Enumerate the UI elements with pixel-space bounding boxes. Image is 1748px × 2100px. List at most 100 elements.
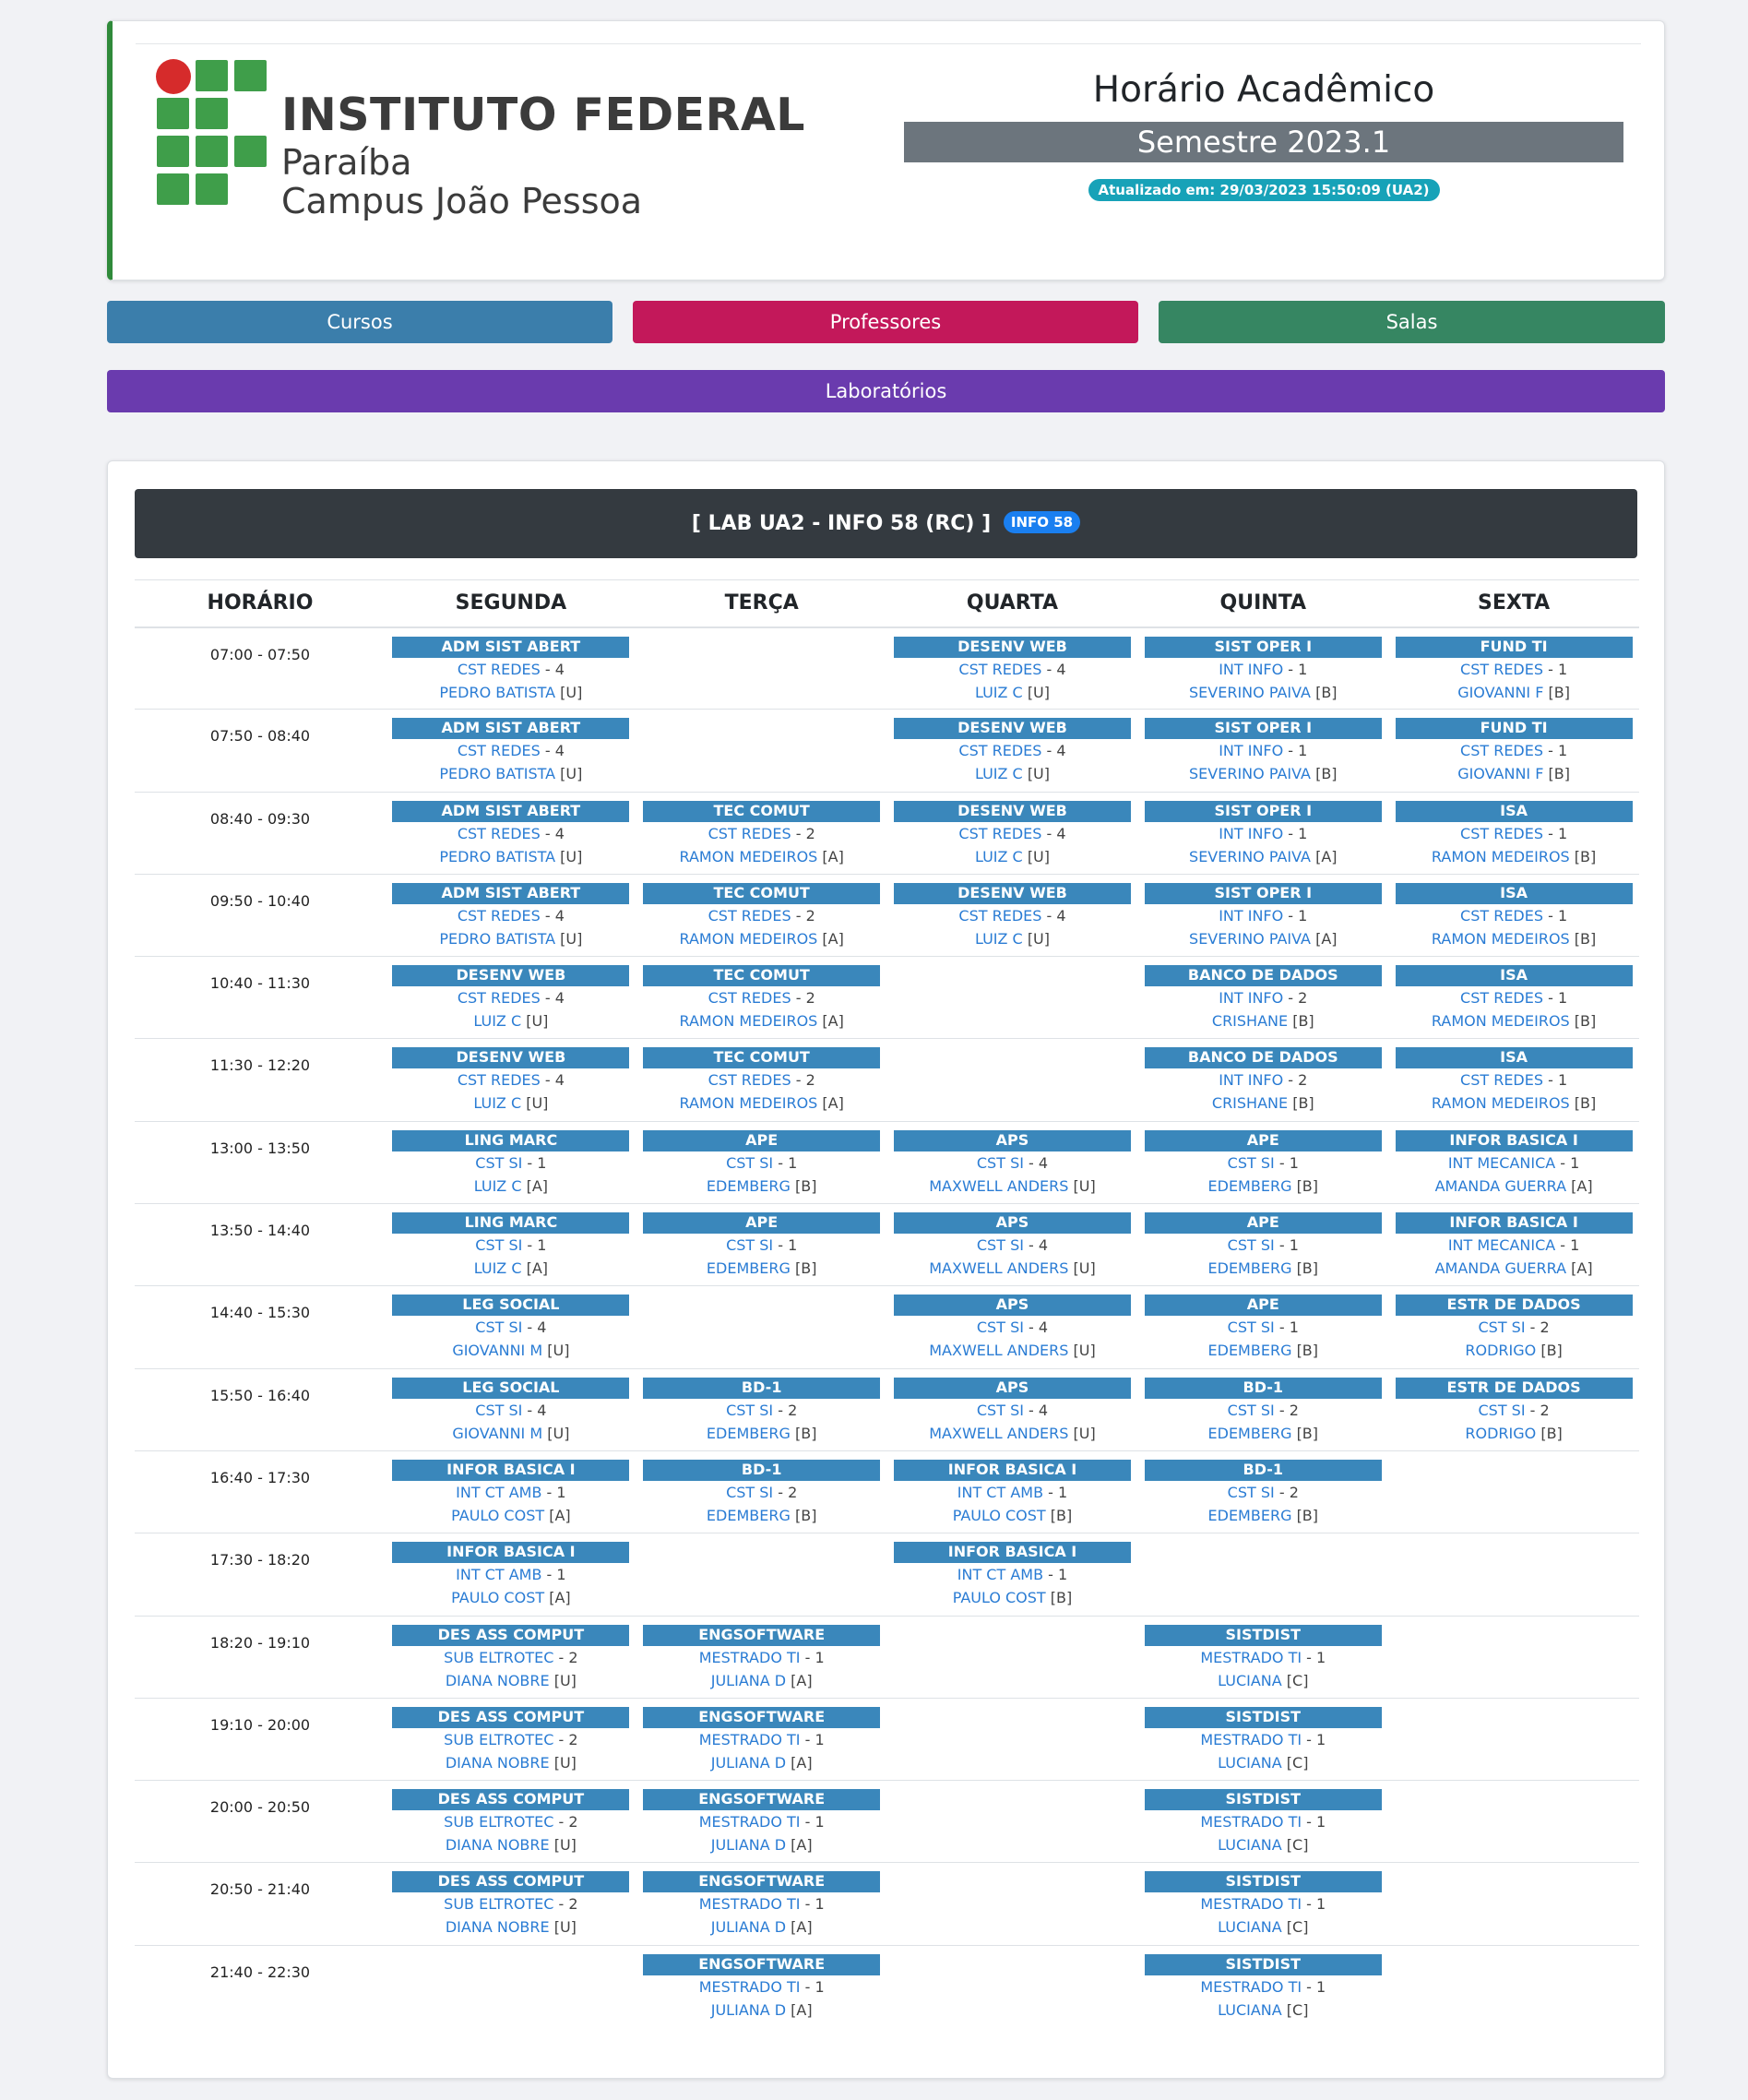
teacher-link[interactable]: EDEMBERG bbox=[707, 1507, 791, 1524]
teacher-link[interactable]: RAMON MEDEIROS bbox=[1432, 1012, 1570, 1030]
teacher-link[interactable]: SEVERINO PAIVA bbox=[1189, 684, 1311, 701]
teacher-link[interactable]: JULIANA D bbox=[711, 1754, 786, 1772]
teacher-link[interactable]: MAXWELL ANDERS bbox=[929, 1177, 1068, 1195]
course-link[interactable]: CST SI bbox=[726, 1402, 773, 1419]
teacher-link[interactable]: EDEMBERG bbox=[1208, 1177, 1292, 1195]
teacher-link[interactable]: LUCIANA bbox=[1218, 1836, 1282, 1854]
course-link[interactable]: CST SI bbox=[475, 1154, 522, 1172]
professores-button[interactable]: Professores bbox=[633, 301, 1138, 343]
course-link[interactable]: SUB ELTROTEC bbox=[444, 1813, 553, 1831]
teacher-link[interactable]: LUIZ C bbox=[474, 1177, 522, 1195]
teacher-link[interactable]: PAULO COST bbox=[953, 1589, 1046, 1606]
course-link[interactable]: MESTRADO TI bbox=[1200, 1813, 1302, 1831]
teacher-link[interactable]: EDEMBERG bbox=[707, 1425, 791, 1442]
teacher-link[interactable]: RAMON MEDEIROS bbox=[680, 848, 818, 865]
teacher-link[interactable]: GIOVANNI M bbox=[452, 1425, 542, 1442]
course-link[interactable]: CST SI bbox=[1228, 1154, 1275, 1172]
course-link[interactable]: CST SI bbox=[1228, 1484, 1275, 1501]
course-link[interactable]: CST REDES bbox=[458, 989, 541, 1007]
teacher-link[interactable]: RAMON MEDEIROS bbox=[680, 1094, 818, 1112]
teacher-link[interactable]: EDEMBERG bbox=[707, 1177, 791, 1195]
course-link[interactable]: INT INFO bbox=[1219, 907, 1283, 925]
teacher-link[interactable]: MAXWELL ANDERS bbox=[929, 1425, 1068, 1442]
teacher-link[interactable]: PEDRO BATISTA bbox=[439, 684, 555, 701]
course-link[interactable]: CST REDES bbox=[1460, 907, 1543, 925]
course-link[interactable]: MESTRADO TI bbox=[1200, 1895, 1302, 1913]
teacher-link[interactable]: SEVERINO PAIVA bbox=[1189, 848, 1311, 865]
teacher-link[interactable]: LUCIANA bbox=[1218, 1672, 1282, 1689]
teacher-link[interactable]: DIANA NOBRE bbox=[446, 1918, 550, 1936]
course-link[interactable]: MESTRADO TI bbox=[1200, 1649, 1302, 1666]
course-link[interactable]: INT MECANICA bbox=[1448, 1236, 1555, 1254]
course-link[interactable]: CST REDES bbox=[1460, 825, 1543, 842]
teacher-link[interactable]: JULIANA D bbox=[711, 2001, 786, 2019]
salas-button[interactable]: Salas bbox=[1159, 301, 1665, 343]
teacher-link[interactable]: DIANA NOBRE bbox=[446, 1836, 550, 1854]
teacher-link[interactable]: RAMON MEDEIROS bbox=[1432, 1094, 1570, 1112]
teacher-link[interactable]: AMANDA GUERRA bbox=[1435, 1177, 1566, 1195]
course-link[interactable]: INT INFO bbox=[1219, 989, 1283, 1007]
teacher-link[interactable]: LUIZ C bbox=[975, 848, 1023, 865]
teacher-link[interactable]: RODRIGO bbox=[1465, 1425, 1536, 1442]
course-link[interactable]: CST REDES bbox=[1460, 1071, 1543, 1089]
course-link[interactable]: CST SI bbox=[977, 1318, 1024, 1336]
course-link[interactable]: INT INFO bbox=[1219, 1071, 1283, 1089]
laboratorios-button[interactable]: Laboratórios bbox=[107, 370, 1665, 412]
teacher-link[interactable]: LUCIANA bbox=[1218, 1918, 1282, 1936]
course-link[interactable]: CST SI bbox=[726, 1154, 773, 1172]
course-link[interactable]: CST REDES bbox=[708, 1071, 791, 1089]
teacher-link[interactable]: LUIZ C bbox=[474, 1259, 522, 1277]
teacher-link[interactable]: LUIZ C bbox=[473, 1094, 521, 1112]
teacher-link[interactable]: EDEMBERG bbox=[1208, 1342, 1292, 1359]
course-link[interactable]: MESTRADO TI bbox=[699, 1895, 801, 1913]
teacher-link[interactable]: PEDRO BATISTA bbox=[439, 930, 555, 948]
course-link[interactable]: SUB ELTROTEC bbox=[444, 1649, 553, 1666]
teacher-link[interactable]: LUCIANA bbox=[1218, 2001, 1282, 2019]
course-link[interactable]: CST SI bbox=[1478, 1402, 1525, 1419]
course-link[interactable]: INT INFO bbox=[1219, 825, 1283, 842]
cursos-button[interactable]: Cursos bbox=[107, 301, 612, 343]
teacher-link[interactable]: JULIANA D bbox=[711, 1918, 786, 1936]
teacher-link[interactable]: PAULO COST bbox=[451, 1507, 544, 1524]
course-link[interactable]: CST REDES bbox=[958, 742, 1041, 759]
teacher-link[interactable]: SEVERINO PAIVA bbox=[1189, 765, 1311, 782]
course-link[interactable]: MESTRADO TI bbox=[699, 1978, 801, 1996]
course-link[interactable]: CST SI bbox=[1228, 1402, 1275, 1419]
course-link[interactable]: CST REDES bbox=[1460, 661, 1543, 678]
teacher-link[interactable]: LUIZ C bbox=[975, 930, 1023, 948]
course-link[interactable]: CST REDES bbox=[958, 825, 1041, 842]
teacher-link[interactable]: RAMON MEDEIROS bbox=[680, 1012, 818, 1030]
course-link[interactable]: CST REDES bbox=[458, 907, 541, 925]
teacher-link[interactable]: DIANA NOBRE bbox=[446, 1672, 550, 1689]
teacher-link[interactable]: LUIZ C bbox=[975, 765, 1023, 782]
course-link[interactable]: CST SI bbox=[977, 1402, 1024, 1419]
teacher-link[interactable]: EDEMBERG bbox=[1208, 1259, 1292, 1277]
course-link[interactable]: MESTRADO TI bbox=[699, 1649, 801, 1666]
course-link[interactable]: CST SI bbox=[1478, 1318, 1525, 1336]
teacher-link[interactable]: SEVERINO PAIVA bbox=[1189, 930, 1311, 948]
teacher-link[interactable]: JULIANA D bbox=[711, 1836, 786, 1854]
teacher-link[interactable]: LUIZ C bbox=[473, 1012, 521, 1030]
course-link[interactable]: CST SI bbox=[475, 1236, 522, 1254]
course-link[interactable]: CST REDES bbox=[708, 907, 791, 925]
course-link[interactable]: INT CT AMB bbox=[456, 1566, 541, 1583]
teacher-link[interactable]: EDEMBERG bbox=[707, 1259, 791, 1277]
course-link[interactable]: CST REDES bbox=[458, 661, 541, 678]
course-link[interactable]: CST REDES bbox=[708, 989, 791, 1007]
course-link[interactable]: CST REDES bbox=[958, 661, 1041, 678]
course-link[interactable]: INT INFO bbox=[1219, 742, 1283, 759]
teacher-link[interactable]: GIOVANNI F bbox=[1457, 765, 1543, 782]
course-link[interactable]: MESTRADO TI bbox=[699, 1731, 801, 1748]
teacher-link[interactable]: DIANA NOBRE bbox=[446, 1754, 550, 1772]
teacher-link[interactable]: RAMON MEDEIROS bbox=[1432, 930, 1570, 948]
teacher-link[interactable]: CRISHANE bbox=[1212, 1094, 1288, 1112]
course-link[interactable]: CST REDES bbox=[1460, 742, 1543, 759]
course-link[interactable]: MESTRADO TI bbox=[699, 1813, 801, 1831]
teacher-link[interactable]: JULIANA D bbox=[711, 1672, 786, 1689]
course-link[interactable]: INT CT AMB bbox=[957, 1484, 1043, 1501]
teacher-link[interactable]: GIOVANNI F bbox=[1457, 684, 1543, 701]
course-link[interactable]: INT CT AMB bbox=[957, 1566, 1043, 1583]
teacher-link[interactable]: LUIZ C bbox=[975, 684, 1023, 701]
teacher-link[interactable]: CRISHANE bbox=[1212, 1012, 1288, 1030]
course-link[interactable]: MESTRADO TI bbox=[1200, 1731, 1302, 1748]
